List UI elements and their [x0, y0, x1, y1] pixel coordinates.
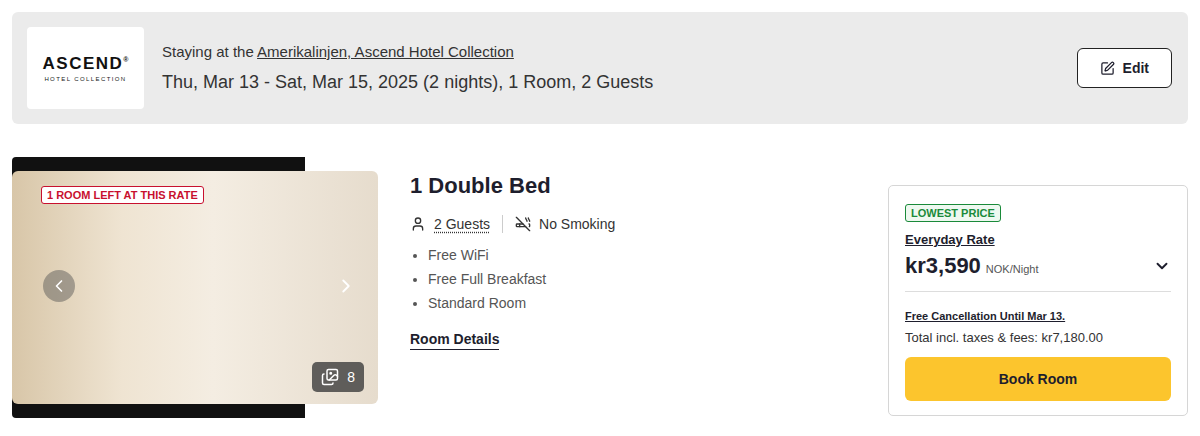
- amenity-item: Free Full Breakfast: [428, 271, 856, 287]
- photo-count[interactable]: 8: [312, 362, 364, 392]
- rate-card: LOWEST PRICE Everyday Rate kr3,590 NOK/Nigh…: [888, 185, 1188, 416]
- stay-dates: Thu, Mar 13 - Sat, Mar 15, 2025 (2 night…: [162, 72, 1059, 93]
- hotel-banner: ASCEND® HOTEL COLLECTION Staying at the Am…: [12, 12, 1188, 124]
- room-gallery: 1 ROOM LEFT AT THIS RATE 8: [12, 157, 378, 418]
- staying-line: Staying at the Amerikalinjen, Ascend Hot…: [162, 43, 1059, 60]
- chevron-right-icon: [335, 275, 357, 297]
- price: kr3,590 NOK/Night: [905, 253, 1038, 279]
- page: ASCEND® HOTEL COLLECTION Staying at the Am…: [0, 0, 1200, 430]
- price-unit: NOK/Night: [986, 263, 1039, 275]
- room-row: 1 ROOM LEFT AT THIS RATE 8 1 Double Bed 2 G…: [12, 157, 1188, 418]
- edit-icon: [1100, 61, 1115, 76]
- amenity-item: Free WiFi: [428, 247, 856, 263]
- logo-mark: ®: [123, 56, 128, 63]
- logo-subtitle: HOTEL COLLECTION: [44, 76, 126, 82]
- chevron-left-icon: [49, 276, 69, 296]
- room-photo[interactable]: 1 ROOM LEFT AT THIS RATE 8: [12, 171, 378, 404]
- total-price: Total incl. taxes & fees: kr7,180.00: [905, 330, 1171, 345]
- hotel-logo: ASCEND® HOTEL COLLECTION: [27, 27, 144, 109]
- smoking-policy: No Smoking: [539, 216, 615, 232]
- next-photo-button[interactable]: [330, 270, 362, 302]
- amenity-list: Free WiFi Free Full Breakfast Standard Roo…: [410, 247, 856, 319]
- prev-photo-button[interactable]: [43, 270, 75, 302]
- lowest-price-badge: LOWEST PRICE: [905, 204, 1001, 222]
- room-details-link[interactable]: Room Details: [410, 331, 499, 350]
- edit-button[interactable]: Edit: [1077, 48, 1172, 88]
- hotel-link[interactable]: Amerikalinjen, Ascend Hotel Collection: [257, 43, 514, 60]
- price-row[interactable]: kr3,590 NOK/Night: [905, 253, 1171, 292]
- cancellation-link[interactable]: Free Cancellation Until Mar 13.: [905, 310, 1171, 322]
- stay-info: Staying at the Amerikalinjen, Ascend Hot…: [162, 43, 1059, 93]
- no-smoking-icon: [515, 216, 531, 232]
- logo-name: ASCEND®: [43, 55, 129, 72]
- book-room-button[interactable]: Book Room: [905, 357, 1171, 401]
- rate-name-link[interactable]: Everyday Rate: [905, 232, 1171, 247]
- guest-icon: [410, 216, 426, 232]
- expand-chevron[interactable]: [1153, 257, 1171, 275]
- room-title: 1 Double Bed: [410, 173, 856, 199]
- chevron-down-icon: [1153, 257, 1171, 275]
- gallery-icon: [321, 368, 339, 386]
- room-info: 1 Double Bed2 GuestsNo SmokingFree WiFiF…: [410, 157, 856, 350]
- price-amount: kr3,590: [905, 253, 981, 279]
- guests-link[interactable]: 2 Guests: [434, 216, 490, 232]
- room-meta: 2 Guests No Smoking: [410, 215, 856, 233]
- meta-divider: [502, 215, 503, 233]
- availability-badge: 1 ROOM LEFT AT THIS RATE: [41, 186, 204, 204]
- amenity-item: Standard Room: [428, 295, 856, 311]
